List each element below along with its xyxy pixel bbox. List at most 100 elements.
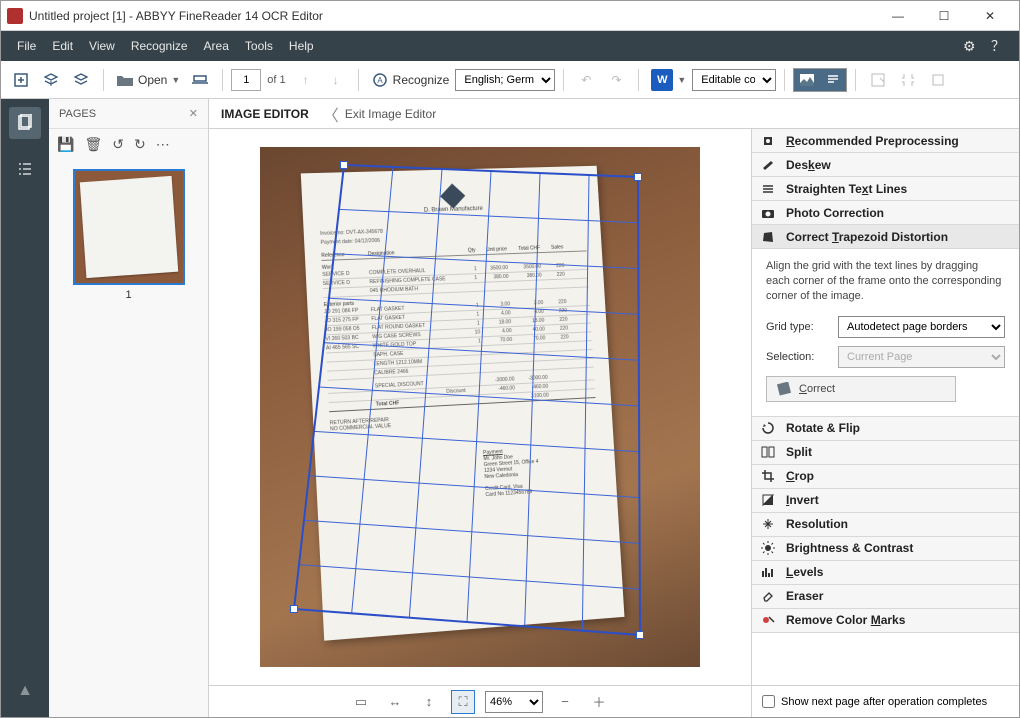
word-icon: W [651, 69, 673, 91]
thumbnail-label: 1 [59, 289, 198, 301]
trapezoid-icon [760, 229, 776, 245]
tool-row-eraser[interactable]: Eraser [752, 585, 1019, 609]
tool-row-resolution[interactable]: Resolution [752, 513, 1019, 537]
undo-button[interactable]: ↶ [572, 66, 600, 94]
more-button[interactable]: ⋯ [156, 136, 170, 153]
tool-row-invert[interactable]: Invert [752, 489, 1019, 513]
removecolor-icon [760, 612, 776, 628]
stack-button[interactable] [67, 66, 95, 94]
image-editor-title: IMAGE EDITOR [221, 107, 309, 121]
menu-view[interactable]: View [81, 33, 123, 59]
menu-tools[interactable]: Tools [237, 33, 281, 59]
tool-label: Crop [786, 469, 814, 483]
grid-handle-br[interactable] [636, 631, 644, 639]
tool-label: Rotate & Flip [786, 421, 860, 435]
thumbnail-area: 1 [49, 159, 208, 311]
delete-page-button[interactable]: 🗑 [84, 136, 102, 153]
resolution-icon [760, 516, 776, 532]
zoom-in-button[interactable]: ＋ [587, 690, 611, 714]
tool-label: Deskew [786, 158, 831, 172]
tool-label: Invert [786, 493, 819, 507]
grid-type-select[interactable]: Autodetect page borders [838, 316, 1005, 338]
tool-label: Resolution [786, 517, 848, 531]
zoom-out-button[interactable]: − [553, 690, 577, 714]
doc-logo [440, 184, 465, 209]
pages-close-button[interactable]: ✕ [189, 107, 198, 120]
rotate-ccw-button[interactable]: ↺ [112, 136, 124, 153]
exit-image-editor-button[interactable]: 〈 Exit Image Editor [323, 102, 436, 126]
tool-row-recommended[interactable]: Recommended Preprocessing [752, 129, 1019, 153]
area-tool-1[interactable] [864, 66, 892, 94]
app-icon [7, 8, 23, 24]
scan-button[interactable] [186, 66, 214, 94]
menu-file[interactable]: File [9, 33, 44, 59]
grid-handle-tl[interactable] [340, 161, 348, 169]
properties-tab-icon[interactable] [9, 153, 41, 185]
menu-help[interactable]: Help [281, 33, 322, 59]
open-button[interactable]: Open ▼ [112, 66, 184, 94]
menu-area[interactable]: Area [196, 33, 237, 59]
page-up-button[interactable]: ↑ [292, 66, 320, 94]
image-canvas[interactable]: D. Brawn Manufacture Invoice no: DVT-AX-… [209, 129, 751, 685]
menu-edit[interactable]: Edit [44, 33, 81, 59]
page-down-button[interactable]: ↓ [322, 66, 350, 94]
area-tool-3[interactable] [924, 66, 952, 94]
zoom-select[interactable]: 46% [485, 691, 543, 713]
help-icon[interactable]: ？ [983, 30, 1011, 62]
close-button[interactable]: ✕ [967, 1, 1013, 31]
tool-row-photo[interactable]: Photo Correction [752, 201, 1019, 225]
new-page-button[interactable] [7, 66, 35, 94]
tool-row-deskew[interactable]: Deskew [752, 153, 1019, 177]
view-text-button[interactable] [820, 69, 846, 91]
invert-icon [760, 492, 776, 508]
show-next-checkbox[interactable] [762, 695, 775, 708]
fit-height-button[interactable]: ↕ [417, 690, 441, 714]
tool-label: Straighten Text Lines [786, 182, 907, 196]
tool-label: Remove Color Marks [786, 613, 905, 627]
chevron-left-icon: 〈 [323, 102, 339, 126]
page-number-input[interactable] [231, 69, 261, 91]
rotate-cw-button[interactable]: ↻ [134, 136, 146, 153]
warning-icon[interactable]: ▲ [9, 675, 41, 707]
fit-page-button[interactable]: ▭ [349, 690, 373, 714]
tool-row-trapezoid[interactable]: Correct Trapezoid Distortion [752, 225, 1019, 249]
area-tool-2[interactable] [894, 66, 922, 94]
minimize-button[interactable]: — [875, 1, 921, 31]
redo-button[interactable]: ↷ [602, 66, 630, 94]
title-bar: Untitled project [1] - ABBYY FineReader … [1, 1, 1019, 31]
trapezoid-help-text: Align the grid with the text lines by dr… [766, 259, 1005, 304]
scanned-photo: D. Brawn Manufacture Invoice no: DVT-AX-… [260, 147, 700, 667]
language-select[interactable]: English; German [455, 69, 555, 91]
zoom-bar: ▭ ↔ ↕ ⛶ 46% − ＋ [209, 685, 751, 717]
correct-button[interactable]: Correct [766, 376, 956, 402]
grid-handle-tr[interactable] [634, 173, 642, 181]
levels-icon [760, 564, 776, 580]
maximize-button[interactable]: ☐ [921, 1, 967, 31]
tool-row-levels[interactable]: Levels [752, 561, 1019, 585]
main-toolbar: Open ▼ of 1 ↑ ↓ A Recognize English; Ger… [1, 61, 1019, 99]
tool-row-straighten[interactable]: Straighten Text Lines [752, 177, 1019, 201]
page-thumbnail-1[interactable] [73, 169, 185, 285]
tool-row-rotate[interactable]: Rotate & Flip [752, 417, 1019, 441]
save-page-button[interactable]: 💾 [57, 136, 74, 153]
fit-width-button[interactable]: ↔ [383, 690, 407, 714]
word-export-button[interactable]: W▼ [647, 66, 690, 94]
stack-down-button[interactable] [37, 66, 65, 94]
settings-icon[interactable]: ⚙ [955, 32, 983, 61]
view-toggle [793, 68, 847, 92]
tool-row-split[interactable]: Split [752, 441, 1019, 465]
menu-recognize[interactable]: Recognize [123, 33, 196, 59]
tool-label: Levels [786, 565, 823, 579]
recognize-button[interactable]: A Recognize [367, 66, 454, 94]
menu-bar: File Edit View Recognize Area Tools Help… [1, 31, 1019, 61]
pages-tab-icon[interactable] [9, 107, 41, 139]
tool-row-crop[interactable]: Crop [752, 465, 1019, 489]
tool-row-removecolor[interactable]: Remove Color Marks [752, 609, 1019, 633]
tool-row-brightness[interactable]: Brightness & Contrast [752, 537, 1019, 561]
export-mode-select[interactable]: Editable copy [692, 69, 776, 91]
grid-handle-bl[interactable] [290, 605, 298, 613]
view-image-button[interactable] [794, 69, 820, 91]
open-label: Open [138, 73, 167, 87]
crop-icon [760, 468, 776, 484]
fit-screen-button[interactable]: ⛶ [451, 690, 475, 714]
